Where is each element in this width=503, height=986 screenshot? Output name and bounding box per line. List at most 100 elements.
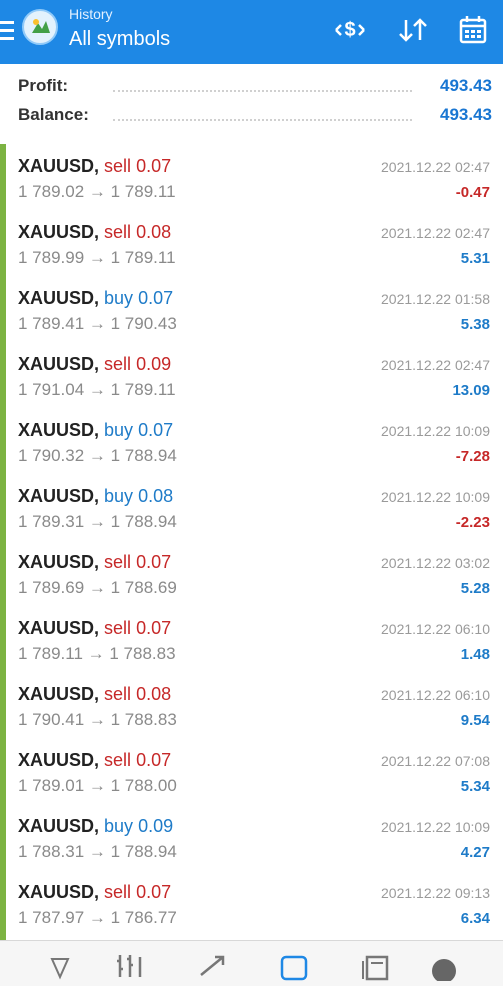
trade-prices: 1 789.31 → 1 788.94 [18,512,177,531]
profit-row: Profit: 493.43 [18,76,492,100]
trade-title: XAUUSD, sell 0.07 [18,750,171,771]
trade-profit: 5.28 [460,580,490,597]
trade-type: sell [104,684,132,704]
trade-symbol: XAUUSD, [18,552,100,572]
trade-prices: 1 789.02 → 1 789.11 [18,182,176,201]
trade-volume: 0.07 [136,552,172,572]
history-icon[interactable] [276,951,312,981]
trade-row[interactable]: XAUUSD, sell 0.09 1 791.04 → 1 789.11 2021… [0,342,503,409]
bottom-navigation [0,940,503,986]
trade-time: 2021.12.22 06:10 [381,687,490,703]
trade-row[interactable]: XAUUSD, sell 0.08 1 789.99 → 1 789.11 2021… [0,210,503,277]
chart-icon[interactable] [112,951,148,981]
menu-icon[interactable] [0,21,14,41]
trade-symbol: XAUUSD, [18,420,100,440]
trade-time: 2021.12.22 02:47 [381,225,490,241]
trade-title: XAUUSD, sell 0.07 [18,882,171,903]
account-summary: Profit: 493.43 Balance: 493.43 [0,64,503,145]
trade-type: sell [104,750,132,770]
currency-icon[interactable]: $ [330,12,370,48]
trade-profit: -0.47 [455,184,490,201]
trade-profit: -7.28 [455,448,490,465]
trade-prices: 1 789.41 → 1 790.43 [18,314,177,333]
trade-volume: 0.08 [136,222,172,242]
balance-value: 493.43 [440,105,492,124]
trade-symbol: XAUUSD, [18,816,100,836]
trade-symbol: XAUUSD, [18,618,100,638]
trade-prices: 1 790.32 → 1 788.94 [18,446,177,465]
app-logo[interactable] [22,9,58,45]
trade-prices: 1 788.31 → 1 788.94 [18,842,177,861]
trade-symbol: XAUUSD, [18,222,100,242]
trade-profit: 6.34 [460,910,490,927]
trade-title: XAUUSD, buy 0.07 [18,420,173,441]
trade-row[interactable]: XAUUSD, sell 0.07 1 789.69 → 1 788.69 2021… [0,540,503,607]
trade-volume: 0.07 [138,288,174,308]
calendar-icon[interactable] [453,12,493,48]
svg-text:$: $ [344,19,355,41]
header-subtitle: History [69,6,113,22]
trade-volume: 0.09 [136,354,172,374]
trade-type: sell [104,222,132,242]
trade-time: 2021.12.22 10:09 [381,819,490,835]
trade-volume: 0.07 [136,618,172,638]
trade-volume: 0.08 [138,486,174,506]
settings-icon[interactable] [426,951,462,983]
trade-row[interactable]: XAUUSD, sell 0.07 1 789.11 → 1 788.83 2021… [0,606,503,673]
trade-title: XAUUSD, sell 0.08 [18,684,171,705]
trade-side-bar [0,210,6,276]
trade-title: XAUUSD, buy 0.07 [18,288,173,309]
trade-time: 2021.12.22 03:02 [381,555,490,571]
trade-side-bar [0,804,6,870]
trade-row[interactable]: XAUUSD, sell 0.07 1 787.97 → 1 786.77 2021… [0,870,503,937]
trade-symbol: XAUUSD, [18,486,100,506]
trade-time: 2021.12.22 09:13 [381,885,490,901]
trade-icon[interactable] [195,951,231,981]
trade-profit: -2.23 [455,514,490,531]
trade-side-bar [0,540,6,606]
trade-row[interactable]: XAUUSD, buy 0.08 1 789.31 → 1 788.94 2021.… [0,474,503,541]
news-icon[interactable] [358,951,394,981]
trade-volume: 0.07 [138,420,174,440]
trade-row[interactable]: XAUUSD, buy 0.09 1 788.31 → 1 788.94 2021.… [0,804,503,871]
sort-icon[interactable] [393,12,433,48]
profit-value: 493.43 [440,76,492,95]
trade-row[interactable]: XAUUSD, sell 0.07 1 789.01 → 1 788.00 2021… [0,738,503,805]
trade-title: XAUUSD, sell 0.08 [18,222,171,243]
trade-history-list[interactable]: XAUUSD, sell 0.07 1 789.02 → 1 789.11 2021… [0,144,503,940]
trade-type: sell [104,552,132,572]
trade-time: 2021.12.22 06:10 [381,621,490,637]
trade-time: 2021.12.22 01:58 [381,291,490,307]
dotted-leader [113,90,412,92]
trade-type: sell [104,618,132,638]
quotes-icon[interactable] [42,951,78,981]
trade-time: 2021.12.22 07:08 [381,753,490,769]
trade-row[interactable]: XAUUSD, sell 0.07 1 789.02 → 1 789.11 2021… [0,144,503,211]
balance-row: Balance: 493.43 [18,105,492,129]
trade-symbol: XAUUSD, [18,684,100,704]
trade-row[interactable]: XAUUSD, buy 0.07 1 790.32 → 1 788.94 2021.… [0,408,503,475]
trade-title: XAUUSD, sell 0.09 [18,354,171,375]
trade-type: sell [104,354,132,374]
trade-prices: 1 790.41 → 1 788.83 [18,710,177,729]
trade-side-bar [0,408,6,474]
trade-prices: 1 789.01 → 1 788.00 [18,776,177,795]
trade-prices: 1 791.04 → 1 789.11 [18,380,176,399]
trade-side-bar [0,606,6,672]
trade-symbol: XAUUSD, [18,354,100,374]
trade-side-bar [0,738,6,804]
trade-title: XAUUSD, buy 0.08 [18,486,173,507]
trade-prices: 1 787.97 → 1 786.77 [18,908,177,927]
trade-time: 2021.12.22 02:47 [381,357,490,373]
trade-type: buy [104,816,134,836]
trade-title: XAUUSD, sell 0.07 [18,618,171,639]
trade-profit: 5.38 [460,316,490,333]
trade-time: 2021.12.22 10:09 [381,489,490,505]
trade-side-bar [0,342,6,408]
trade-row[interactable]: XAUUSD, buy 0.07 1 789.41 → 1 790.43 2021.… [0,276,503,343]
header-title[interactable]: All symbols [69,28,170,51]
trade-row[interactable]: XAUUSD, sell 0.08 1 790.41 → 1 788.83 2021… [0,672,503,739]
trade-side-bar [0,276,6,342]
trade-title: XAUUSD, sell 0.07 [18,156,171,177]
trade-side-bar [0,672,6,738]
